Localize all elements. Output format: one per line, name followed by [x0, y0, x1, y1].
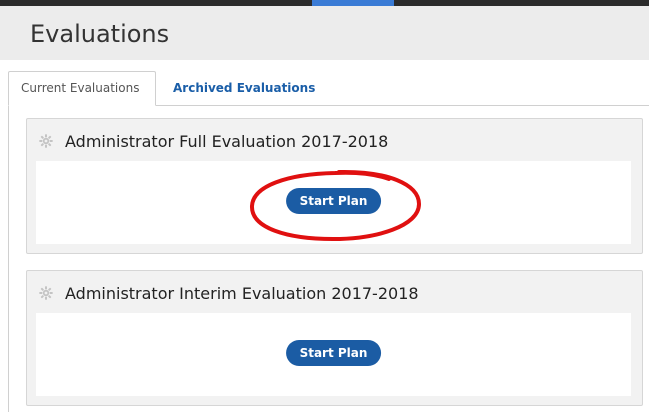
evaluation-title: Administrator Full Evaluation 2017-2018 [65, 132, 389, 151]
tab-current-evaluations[interactable]: Current Evaluations [8, 71, 156, 106]
evaluation-card: Administrator Interim Evaluation 2017-20… [26, 270, 643, 406]
start-plan-button[interactable]: Start Plan [285, 340, 382, 366]
annotation-circle [249, 169, 422, 242]
page-title: Evaluations [30, 20, 170, 48]
tab-bar: Current Evaluations Archived Evaluations [0, 60, 649, 106]
tab-archived-evaluations[interactable]: Archived Evaluations [160, 71, 328, 106]
evaluation-card-header: Administrator Full Evaluation 2017-2018 [27, 119, 642, 161]
gear-icon [39, 286, 53, 300]
page-header: Evaluations [0, 6, 649, 60]
evaluation-card-body: Start Plan [36, 313, 631, 396]
evaluation-title: Administrator Interim Evaluation 2017-20… [65, 284, 419, 303]
panel-border [8, 106, 9, 412]
gear-icon [39, 134, 53, 148]
evaluation-card-header: Administrator Interim Evaluation 2017-20… [27, 271, 642, 313]
